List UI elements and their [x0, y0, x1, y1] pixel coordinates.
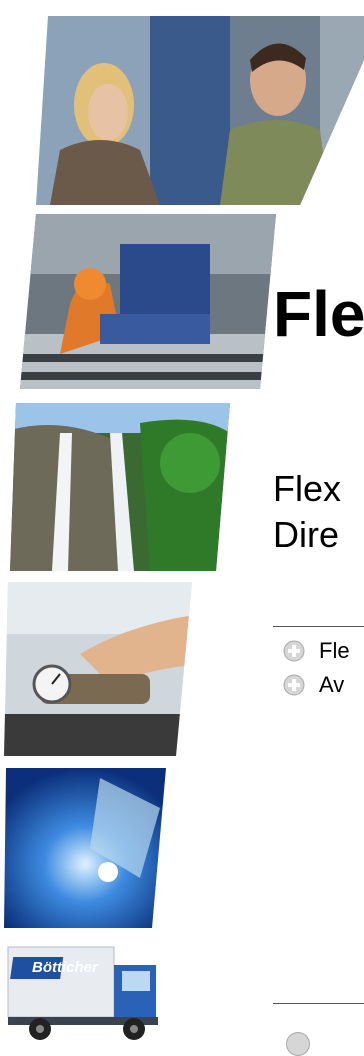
photo-laser	[0, 768, 170, 928]
bullet-text-2: Av	[319, 672, 345, 697]
bullet-item-1: Fle	[283, 636, 350, 666]
divider-top	[273, 626, 364, 627]
subtitle-line-2: Dire	[273, 514, 340, 555]
page-subtitle: Flex Dire	[273, 466, 341, 558]
photo-business-people	[0, 0, 364, 205]
photo-robot	[0, 214, 290, 389]
plus-circle-icon	[283, 674, 305, 696]
bullet-item-2: Av	[283, 670, 344, 700]
logo-wordmark: Bötticher	[32, 959, 98, 976]
page-title: Fle	[273, 278, 364, 350]
photo-waterfall	[0, 403, 260, 571]
bullet-text-1: Fle	[319, 638, 350, 663]
plus-circle-icon	[283, 640, 305, 662]
photo-caliper	[0, 574, 200, 756]
partial-circle-icon	[286, 1032, 310, 1056]
photo-truck: Bötticher	[0, 937, 170, 1042]
divider-bottom	[273, 1003, 364, 1004]
subtitle-line-1: Flex	[273, 468, 342, 509]
